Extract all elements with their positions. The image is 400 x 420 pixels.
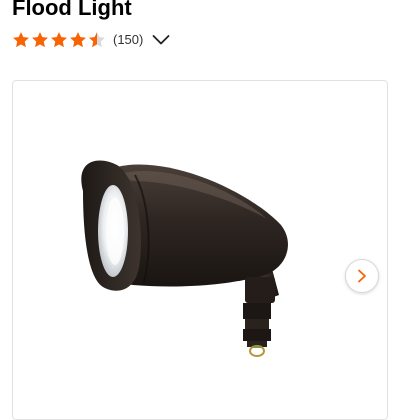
star-icon (13, 32, 29, 48)
product-image-gallery[interactable] (12, 80, 388, 420)
review-count[interactable]: (150) (113, 31, 143, 49)
star-icon (70, 32, 86, 48)
next-image-button[interactable] (345, 259, 379, 293)
star-icon (89, 32, 105, 48)
rating-stars (12, 31, 107, 49)
chevron-down-icon[interactable] (152, 34, 170, 46)
chevron-right-icon (358, 269, 366, 283)
product-image (81, 160, 288, 357)
star-icon (51, 32, 67, 48)
rating-summary[interactable]: (150) (12, 29, 170, 51)
product-title: Flood Light (12, 0, 132, 20)
star-icon (32, 32, 48, 48)
